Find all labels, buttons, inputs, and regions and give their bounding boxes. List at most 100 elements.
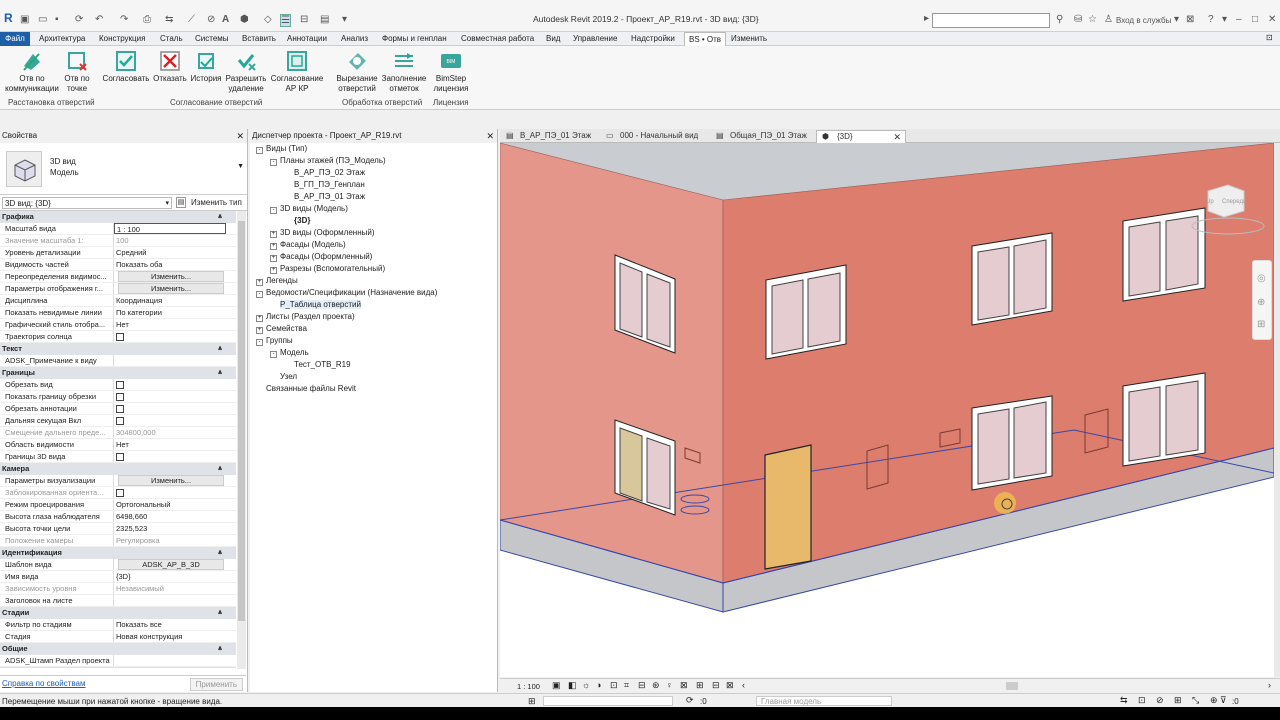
property-section-header[interactable]: Стадии ⩓ xyxy=(0,607,236,619)
browser-node[interactable]: +3D виды (Оформленный) xyxy=(270,228,375,238)
property-section-header[interactable]: Графика ⩓ xyxy=(0,211,236,223)
property-edit-button[interactable]: Изменить... xyxy=(118,271,224,282)
collapse-icon[interactable]: ⩓ xyxy=(218,367,222,379)
filter-icon[interactable]: ⊽ xyxy=(1220,695,1227,706)
expand-icon[interactable]: + xyxy=(270,255,277,262)
browser-node[interactable]: - Группы xyxy=(256,336,293,346)
apply-button[interactable]: Применить xyxy=(189,678,243,691)
tab-collaborate[interactable]: Совместная работа xyxy=(461,34,534,43)
qat-dropdown-icon[interactable]: ▾ xyxy=(342,14,347,25)
property-value[interactable]: 1 : 100 xyxy=(114,223,226,234)
worksets-icon[interactable]: ⊞ xyxy=(528,696,536,707)
select-underlay-icon[interactable]: ⊡ xyxy=(1138,695,1146,706)
tab-massing[interactable]: Формы и генплан xyxy=(382,34,447,43)
browser-node[interactable]: + Листы (Раздел проекта) xyxy=(256,312,355,322)
browser-node[interactable]: - Модель xyxy=(270,348,309,358)
property-value[interactable] xyxy=(114,451,226,462)
switch-windows-icon[interactable]: ▤ xyxy=(320,14,329,25)
property-section-header[interactable]: Текст ⩓ xyxy=(0,343,236,355)
property-value[interactable]: Показать все xyxy=(114,619,226,630)
property-edit-button[interactable]: ADSK_АР_В_3D xyxy=(118,559,224,570)
property-value[interactable]: 6498,660 xyxy=(114,511,226,522)
property-value[interactable]: Нет xyxy=(114,319,226,330)
pan-icon[interactable]: ⊞ xyxy=(1257,319,1265,330)
collapse-icon[interactable]: - xyxy=(270,207,277,214)
browser-node[interactable]: -3D виды (Модель) xyxy=(270,204,348,214)
property-value[interactable] xyxy=(114,355,226,366)
property-value[interactable] xyxy=(114,655,226,666)
browser-node[interactable]: - Планы этажей (ПЭ_Модель) xyxy=(270,156,386,166)
expand-icon[interactable]: + xyxy=(256,327,263,334)
favorites-icon[interactable]: ☆ xyxy=(1088,14,1097,25)
property-edit-button[interactable]: Изменить... xyxy=(118,475,224,486)
shadows-icon[interactable]: ◑ xyxy=(596,680,601,690)
text-icon[interactable]: A xyxy=(222,14,229,25)
browser-node[interactable]: Связанные файлы Revit xyxy=(256,384,356,393)
approve-ar-kr-button[interactable]: Согласование АР КР xyxy=(268,50,326,94)
property-value[interactable]: Координация xyxy=(114,295,226,306)
zoom-icon[interactable]: ⊕ xyxy=(1257,297,1265,308)
3d-view-icon[interactable]: ⬢ xyxy=(240,14,249,25)
dimension-icon[interactable]: ⟋ xyxy=(188,14,195,25)
redo-icon[interactable]: ↷ xyxy=(120,14,128,25)
browser-node[interactable]: В_ГП_ПЭ_Генплан xyxy=(284,180,365,189)
collapse-icon[interactable]: ⩓ xyxy=(218,643,222,655)
property-value[interactable]: Новая конструкция xyxy=(114,631,226,642)
reject-button[interactable]: Отказать xyxy=(152,50,188,84)
property-value[interactable]: {3D} xyxy=(114,571,226,582)
type-dropdown-icon[interactable]: ▼ xyxy=(237,163,244,170)
undo-icon[interactable]: ↶ xyxy=(95,14,103,25)
horizontal-scroll-thumb[interactable] xyxy=(1006,682,1018,690)
tab-insert[interactable]: Вставить xyxy=(242,34,276,43)
property-value[interactable] xyxy=(114,595,226,606)
collapse-icon[interactable]: - xyxy=(270,351,277,358)
select-links-icon[interactable]: ⇆ xyxy=(1120,695,1128,706)
point-opening-button[interactable]: Отв по точке xyxy=(60,50,94,94)
ribbon-minimize-icon[interactable]: ⊡ xyxy=(1266,33,1273,42)
instance-filter-dropdown[interactable]: 3D вид: {3D} ▾ xyxy=(2,197,172,209)
property-section-header[interactable]: Идентификация ⩓ xyxy=(0,547,236,559)
property-value[interactable]: 2325,523 xyxy=(114,523,226,534)
browser-node[interactable]: В_АР_ПЭ_01 Этаж xyxy=(284,192,365,201)
user-icon[interactable]: ♙ xyxy=(1104,14,1113,25)
crop-icon[interactable]: ⌗ xyxy=(624,680,629,691)
expand-icon[interactable]: + xyxy=(270,231,277,238)
print-icon[interactable]: ⎙ xyxy=(143,14,151,25)
view-tab-active[interactable]: ⬢ {3D} ✕ xyxy=(816,130,906,143)
scroll-thumb[interactable] xyxy=(238,221,245,621)
property-section-header[interactable]: Данные⩓ xyxy=(0,667,236,668)
design-option-dropdown[interactable]: Главная модель xyxy=(756,696,892,706)
open-icon[interactable]: ▣ xyxy=(20,14,29,25)
type-selector[interactable]: 3D вид Модель ▼ xyxy=(0,143,247,195)
property-value[interactable]: Нет xyxy=(114,439,226,450)
collapse-icon[interactable]: ⩓ xyxy=(218,343,222,355)
tag-icon[interactable]: ⊘ xyxy=(207,14,215,25)
worksharing-icon[interactable]: ⊠ xyxy=(680,680,688,691)
highlight-icon[interactable]: ⊟ xyxy=(712,680,720,691)
property-checkbox[interactable] xyxy=(116,405,124,413)
cut-openings-button[interactable]: Вырезание отверстий xyxy=(334,50,380,94)
expand-icon[interactable]: + xyxy=(256,279,263,286)
view-tab[interactable]: ▤ В_АР_ПЭ_01 Этаж xyxy=(500,130,615,143)
property-value[interactable]: Средний xyxy=(114,247,226,258)
property-value[interactable] xyxy=(114,331,226,342)
close-icon[interactable]: ✕ xyxy=(486,129,494,143)
temporary-hide-icon[interactable]: ⊛ xyxy=(652,680,660,691)
edit-type-button[interactable]: Изменить тип xyxy=(191,198,242,207)
property-value[interactable] xyxy=(114,415,226,426)
viewcube-face-front[interactable]: Спереди xyxy=(1222,199,1246,205)
property-checkbox[interactable] xyxy=(116,393,124,401)
property-value[interactable]: Показать оба xyxy=(114,259,226,270)
viewcube[interactable]: Up Спереди xyxy=(1188,181,1268,241)
subscription-icon[interactable]: ⛁ xyxy=(1074,14,1082,25)
detail-level-icon[interactable]: ▣ xyxy=(552,680,561,691)
property-checkbox[interactable] xyxy=(116,453,124,461)
section-icon[interactable]: ◇ xyxy=(264,14,272,25)
property-checkbox[interactable] xyxy=(116,417,124,425)
folder-icon[interactable]: ▭ xyxy=(38,14,47,25)
browser-node[interactable]: + Фасады (Оформленный) xyxy=(270,252,372,262)
browser-node[interactable]: В_АР_ПЭ_02 Этаж xyxy=(284,168,365,177)
exchange-icon[interactable]: ⊠ xyxy=(1186,14,1194,25)
tab-architecture[interactable]: Архитектура xyxy=(39,34,85,43)
property-value[interactable] xyxy=(114,403,226,414)
